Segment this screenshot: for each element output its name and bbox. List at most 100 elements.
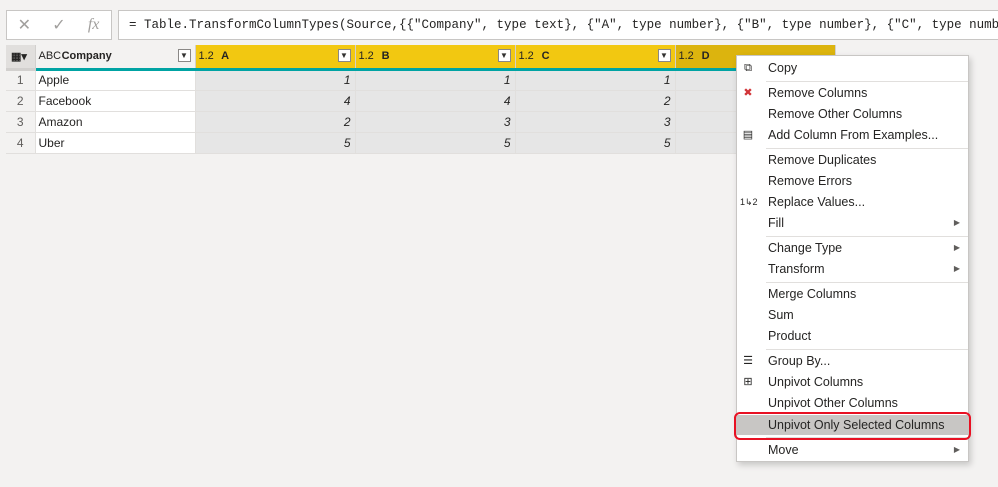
number-type-icon[interactable]: 1.2 (519, 50, 539, 62)
menu-item-move[interactable]: Move ▶ (737, 440, 968, 460)
row-number[interactable]: 4 (6, 132, 36, 154)
table-menu-button[interactable]: ▦▾ (6, 45, 36, 71)
copy-icon: ⧉ (744, 62, 752, 74)
number-type-icon[interactable]: 1.2 (199, 50, 219, 62)
chevron-right-icon: ▶ (953, 264, 960, 273)
column-name: Company (61, 50, 112, 63)
cell-company[interactable]: Apple (35, 69, 196, 91)
column-header-a[interactable]: 1.2 A ▼ (195, 45, 356, 71)
chevron-right-icon: ▶ (953, 243, 960, 252)
cell-c[interactable]: 3 (515, 111, 676, 133)
menu-item-transform[interactable]: Transform ▶ (737, 259, 968, 279)
chevron-right-icon: ▶ (953, 218, 960, 227)
menu-item-label: Group By... (768, 354, 831, 368)
column-name: D (701, 50, 710, 63)
table-row: 2 Facebook 4 4 2 (6, 90, 836, 112)
menu-item-label: Move (768, 443, 799, 457)
menu-item-unpivot-columns[interactable]: ⊞ Unpivot Columns (737, 372, 968, 392)
formula-input[interactable]: = Table.TransformColumnTypes(Source,{{"C… (118, 10, 998, 40)
filter-dropdown-icon[interactable]: ▼ (497, 49, 511, 62)
menu-item-remove-other-columns[interactable]: Remove Other Columns (737, 104, 968, 124)
table-icon: ▦▾ (11, 50, 27, 63)
text-type-icon[interactable]: ABC (39, 50, 62, 62)
column-header-company[interactable]: ABC Company ▼ (35, 45, 196, 71)
menu-item-fill[interactable]: Fill ▶ (737, 213, 968, 233)
menu-item-label: Unpivot Other Columns (768, 396, 898, 410)
menu-item-label: Remove Columns (768, 86, 868, 100)
annotation-highlight (734, 412, 971, 440)
column-name: A (221, 50, 230, 63)
menu-item-unpivot-other-columns[interactable]: Unpivot Other Columns (737, 393, 968, 413)
cell-a[interactable]: 4 (195, 90, 356, 112)
cell-b[interactable]: 3 (355, 111, 516, 133)
filter-dropdown-icon[interactable]: ▼ (337, 49, 351, 62)
menu-separator (766, 282, 968, 283)
menu-item-label: Remove Errors (768, 174, 853, 188)
menu-item-product[interactable]: Product (737, 326, 968, 346)
menu-item-label: Unpivot Columns (768, 375, 864, 389)
menu-item-label: Remove Duplicates (768, 153, 877, 167)
menu-item-add-column-from-examples[interactable]: ▤ Add Column From Examples... (737, 125, 968, 145)
cell-c[interactable]: 1 (515, 69, 676, 91)
number-type-icon[interactable]: 1.2 (359, 50, 379, 62)
close-icon[interactable]: ✕ (10, 15, 38, 35)
row-number[interactable]: 1 (6, 69, 36, 91)
menu-item-copy[interactable]: ⧉ Copy (737, 58, 968, 78)
row-number[interactable]: 2 (6, 90, 36, 112)
group-by-icon: ☰ (743, 355, 753, 367)
cell-b[interactable]: 1 (355, 69, 516, 91)
cell-b[interactable]: 4 (355, 90, 516, 112)
menu-item-remove-columns[interactable]: ✖ Remove Columns (737, 83, 968, 103)
menu-item-group-by[interactable]: ☰ Group By... (737, 351, 968, 371)
menu-item-sum[interactable]: Sum (737, 305, 968, 325)
menu-item-label: Sum (768, 308, 794, 322)
number-type-icon[interactable]: 1.2 (679, 50, 699, 62)
menu-item-change-type[interactable]: Change Type ▶ (737, 238, 968, 258)
check-icon[interactable]: ✓ (45, 15, 73, 35)
menu-item-label: Remove Other Columns (768, 107, 903, 121)
row-number[interactable]: 3 (6, 111, 36, 133)
column-name: B (381, 50, 390, 63)
cell-c[interactable]: 2 (515, 90, 676, 112)
menu-item-label: Replace Values... (768, 195, 866, 209)
data-grid: ▦▾ ABC Company ▼ 1.2 A ▼ 1.2 B ▼ 1.2 C ▼… (6, 45, 836, 154)
menu-item-replace-values[interactable]: 1↳2 Replace Values... (737, 192, 968, 212)
menu-item-label: Transform (768, 262, 825, 276)
cell-b[interactable]: 5 (355, 132, 516, 154)
menu-item-label: Fill (768, 216, 784, 230)
menu-item-remove-duplicates[interactable]: Remove Duplicates (737, 150, 968, 170)
chevron-right-icon: ▶ (953, 445, 960, 454)
filter-dropdown-icon[interactable]: ▼ (657, 49, 671, 62)
cell-a[interactable]: 1 (195, 69, 356, 91)
menu-separator (766, 148, 968, 149)
menu-item-label: Product (768, 329, 812, 343)
table-row: 3 Amazon 2 3 3 (6, 111, 836, 133)
cell-company[interactable]: Amazon (35, 111, 196, 133)
menu-separator (766, 81, 968, 82)
menu-item-merge-columns[interactable]: Merge Columns (737, 284, 968, 304)
menu-item-remove-errors[interactable]: Remove Errors (737, 171, 968, 191)
cell-company[interactable]: Facebook (35, 90, 196, 112)
remove-columns-icon: ✖ (743, 87, 753, 99)
menu-item-label: Merge Columns (768, 287, 857, 301)
table-row: 4 Uber 5 5 5 (6, 132, 836, 154)
cell-a[interactable]: 2 (195, 111, 356, 133)
menu-separator (766, 349, 968, 350)
replace-values-icon: 1↳2 (740, 197, 758, 207)
cell-a[interactable]: 5 (195, 132, 356, 154)
cell-company[interactable]: Uber (35, 132, 196, 154)
menu-separator (766, 236, 968, 237)
menu-item-label: Add Column From Examples... (768, 128, 939, 142)
add-column-examples-icon: ▤ (742, 129, 754, 141)
column-header-b[interactable]: 1.2 B ▼ (355, 45, 516, 71)
menu-item-label: Copy (768, 61, 798, 75)
table-row: 1 Apple 1 1 1 (6, 69, 836, 91)
menu-item-label: Change Type (768, 241, 843, 255)
fx-icon[interactable]: fx (80, 16, 108, 34)
column-context-menu: ⧉ Copy ✖ Remove Columns Remove Other Col… (736, 55, 969, 462)
cell-c[interactable]: 5 (515, 132, 676, 154)
column-header-c[interactable]: 1.2 C ▼ (515, 45, 676, 71)
filter-dropdown-icon[interactable]: ▼ (177, 49, 191, 62)
unpivot-icon: ⊞ (743, 376, 753, 388)
formula-text: = Table.TransformColumnTypes(Source,{{"C… (129, 18, 998, 32)
